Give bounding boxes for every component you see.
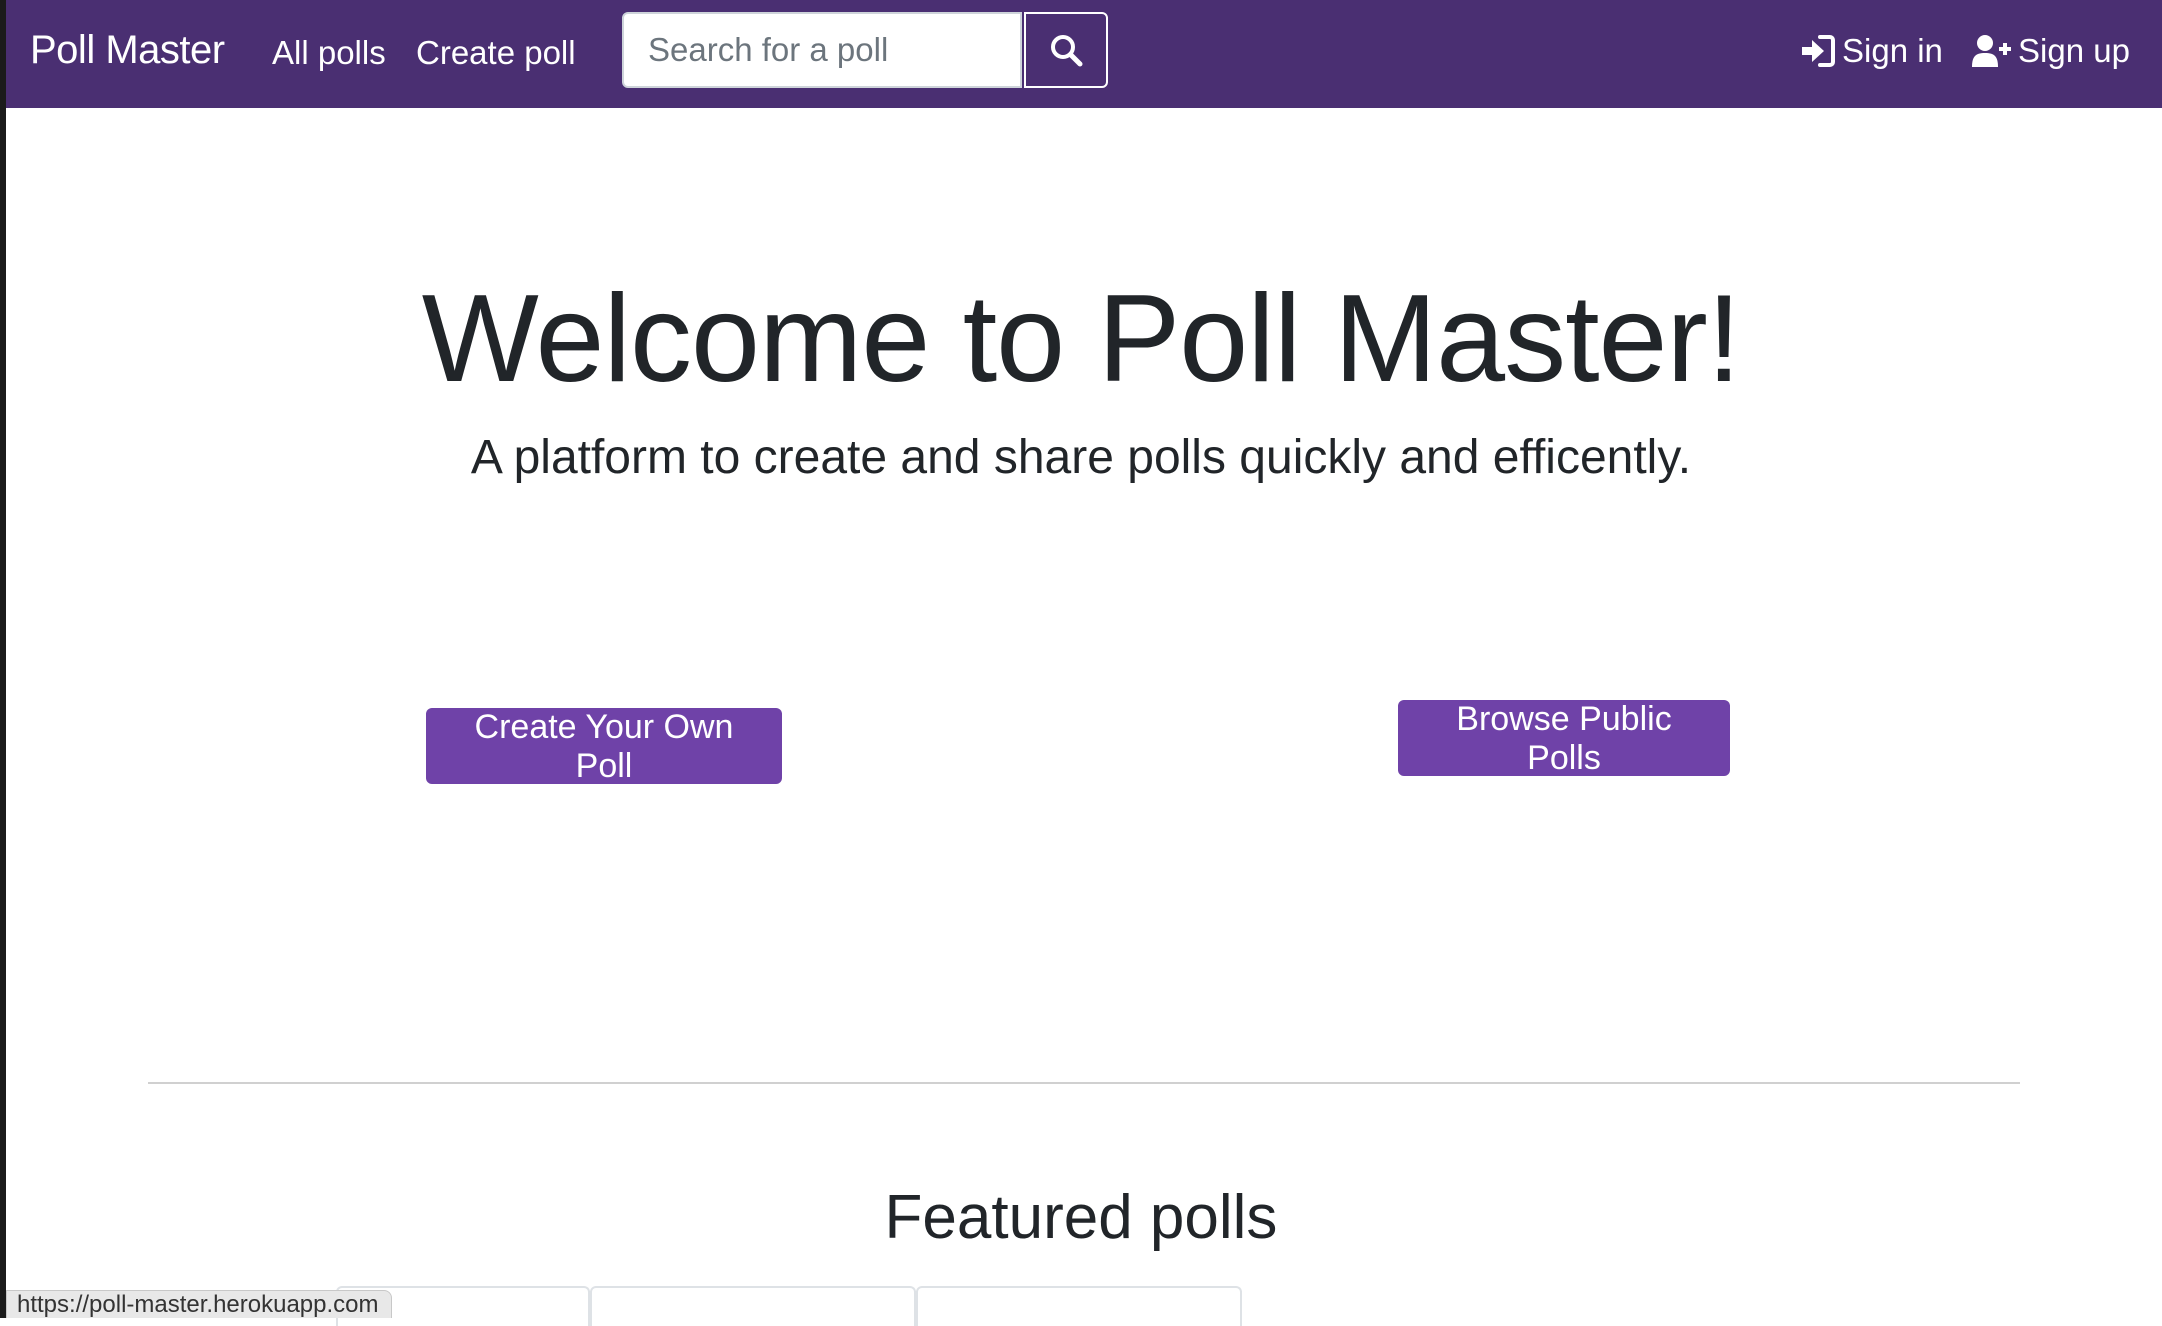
hero-subtitle: A platform to create and share polls qui… xyxy=(470,431,1692,484)
search-input[interactable] xyxy=(622,12,1022,88)
top-navbar: Poll Master All polls Create poll Sign i… xyxy=(6,0,2162,108)
window-edge xyxy=(0,0,6,1318)
featured-tab-3[interactable] xyxy=(916,1286,1242,1326)
section-divider xyxy=(148,1082,2020,1084)
hero-title: Welcome to Poll Master! xyxy=(421,270,1741,408)
sign-in-icon xyxy=(1802,35,1835,67)
sign-up-link[interactable]: Sign up xyxy=(1972,32,2130,70)
brand-logo[interactable]: Poll Master xyxy=(30,28,225,73)
link-preview-status: https://poll-master.herokuapp.com xyxy=(6,1290,392,1318)
nav-link-create-poll[interactable]: Create poll xyxy=(416,34,576,72)
user-plus-icon xyxy=(1972,35,2011,67)
create-poll-button[interactable]: Create Your Own Poll xyxy=(426,708,782,785)
search-icon xyxy=(1051,35,1083,67)
featured-polls-title: Featured polls xyxy=(884,1183,1278,1252)
nav-link-all-polls[interactable]: All polls xyxy=(272,34,386,72)
sign-in-label: Sign in xyxy=(1842,32,1943,69)
sign-in-link[interactable]: Sign in xyxy=(1800,32,1943,70)
featured-polls-tabs xyxy=(336,1286,1242,1326)
featured-tab-2[interactable] xyxy=(590,1286,916,1326)
browse-polls-button[interactable]: Browse Public Polls xyxy=(1398,700,1730,777)
sign-up-label: Sign up xyxy=(2018,32,2130,69)
search-button[interactable] xyxy=(1024,12,1108,88)
